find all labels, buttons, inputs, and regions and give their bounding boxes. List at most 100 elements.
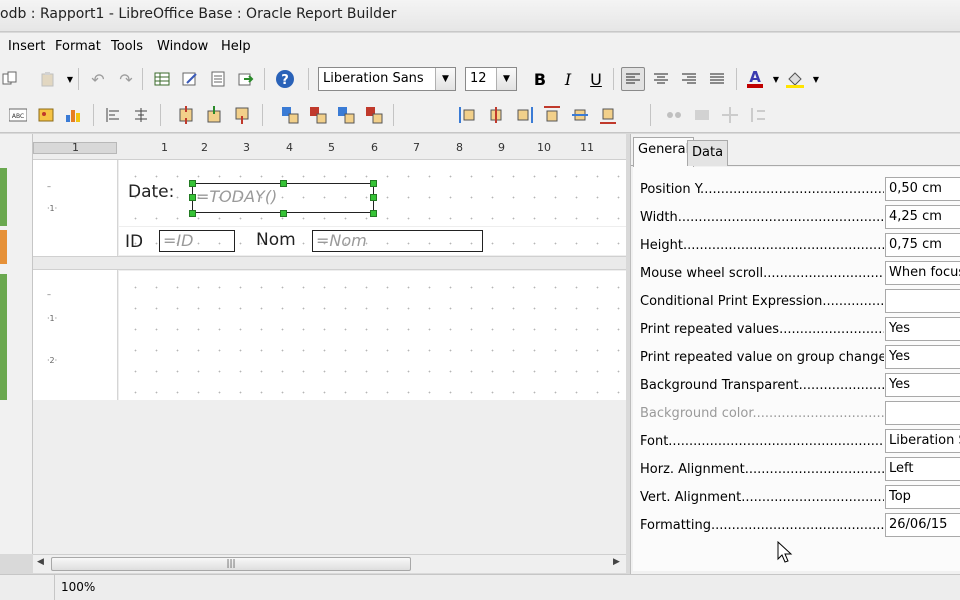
ruler-number: 8 xyxy=(456,141,463,154)
detail-section-marker[interactable] xyxy=(0,230,7,264)
tab-general[interactable]: General xyxy=(633,137,695,167)
chevron-down-icon[interactable]: ▼ xyxy=(435,68,455,90)
property-value-field[interactable] xyxy=(885,401,960,425)
import-icon[interactable] xyxy=(236,69,256,89)
resize-icon[interactable] xyxy=(664,105,684,125)
menu-help[interactable]: Help xyxy=(221,39,251,54)
resize-handle[interactable] xyxy=(189,180,196,187)
ruler-tick: – xyxy=(47,290,51,299)
font-size-combo[interactable]: 12 ▼ xyxy=(465,67,517,91)
move-bottom-icon[interactable] xyxy=(598,105,618,125)
shrink-top-icon[interactable] xyxy=(204,105,224,125)
date-label[interactable]: Date: xyxy=(128,182,174,202)
align-left-button[interactable] xyxy=(621,67,645,91)
justify-button[interactable] xyxy=(705,67,729,91)
move-middle-icon[interactable] xyxy=(570,105,590,125)
move-center-icon[interactable] xyxy=(486,105,506,125)
chevron-down-icon[interactable]: ▼ xyxy=(806,69,826,89)
section-divider xyxy=(33,256,626,270)
id-field[interactable]: =ID xyxy=(159,230,235,252)
property-value-field[interactable] xyxy=(885,289,960,313)
align-left-edge-icon[interactable] xyxy=(103,105,123,125)
date-field[interactable]: =TODAY() xyxy=(192,183,374,213)
property-value-field[interactable]: 4,25 cm xyxy=(885,205,960,229)
report-icon[interactable] xyxy=(208,69,228,89)
scroll-left-icon[interactable]: ◀ xyxy=(37,557,44,567)
label-icon[interactable]: ABC xyxy=(8,105,28,125)
property-value-field[interactable]: Yes xyxy=(885,317,960,341)
page-footer-section-marker[interactable] xyxy=(0,274,7,400)
property-value-field[interactable]: Liberation Sans xyxy=(885,429,960,453)
property-label: Width...................................… xyxy=(640,210,884,225)
resize-handle[interactable] xyxy=(370,194,377,201)
align-center-icon[interactable] xyxy=(131,105,151,125)
underline-button[interactable]: U xyxy=(584,67,608,91)
scroll-right-icon[interactable]: ▶ xyxy=(613,557,620,567)
property-row: Font....................................… xyxy=(633,427,960,455)
property-value-field[interactable]: Top xyxy=(885,485,960,509)
resize-icon[interactable] xyxy=(692,105,712,125)
shrink-bottom-icon[interactable] xyxy=(232,105,252,125)
image-icon[interactable] xyxy=(36,105,56,125)
resize-handle[interactable] xyxy=(370,210,377,217)
menu-insert[interactable]: Insert xyxy=(8,39,45,54)
resize-handle[interactable] xyxy=(370,180,377,187)
property-value-field[interactable]: When focused xyxy=(885,261,960,285)
italic-button[interactable]: I xyxy=(556,67,580,91)
resize-icon[interactable] xyxy=(308,105,328,125)
move-left-icon[interactable] xyxy=(458,105,478,125)
font-name-combo[interactable]: Liberation Sans ▼ xyxy=(318,67,456,91)
resize-icon[interactable] xyxy=(720,105,740,125)
property-row: Formatting..............................… xyxy=(633,511,960,539)
resize-icon[interactable] xyxy=(336,105,356,125)
property-label: Height..................................… xyxy=(640,238,884,253)
paste-icon[interactable] xyxy=(38,69,58,89)
property-value-field[interactable]: 26/06/15 xyxy=(885,513,960,537)
page-header-section[interactable]: Date: =TODAY() xyxy=(119,160,626,226)
menu-format[interactable]: Format xyxy=(55,39,101,54)
resize-handle[interactable] xyxy=(280,180,287,187)
bold-button[interactable]: B xyxy=(528,67,552,91)
tab-data[interactable]: Data xyxy=(687,140,729,166)
property-value-field[interactable]: 0,50 cm xyxy=(885,177,960,201)
property-value-field[interactable]: Left xyxy=(885,457,960,481)
chevron-down-icon[interactable]: ▼ xyxy=(60,69,80,89)
move-right-icon[interactable] xyxy=(514,105,534,125)
property-value-field[interactable]: Yes xyxy=(885,345,960,369)
report-canvas[interactable]: – ·1· – ·1· ·2· Date: =TODAY() ID =ID No… xyxy=(33,160,626,554)
move-top-icon[interactable] xyxy=(542,105,562,125)
resize-handle[interactable] xyxy=(280,210,287,217)
align-right-button[interactable] xyxy=(677,67,701,91)
scrollbar-thumb[interactable]: ||| xyxy=(51,557,411,571)
resize-icon[interactable] xyxy=(364,105,384,125)
property-value-field[interactable]: 0,75 cm xyxy=(885,233,960,257)
shrink-icon[interactable] xyxy=(176,105,196,125)
menu-tools[interactable]: Tools xyxy=(111,39,143,54)
chart-icon[interactable] xyxy=(64,105,84,125)
page-header-section-marker[interactable] xyxy=(0,168,7,226)
nom-field[interactable]: =Nom xyxy=(312,230,483,252)
horizontal-scrollbar[interactable]: ◀ ||| ▶ xyxy=(33,554,626,573)
font-color-button[interactable]: A xyxy=(743,67,767,91)
edit-icon[interactable] xyxy=(180,69,200,89)
resize-handle[interactable] xyxy=(189,210,196,217)
status-bar: 100% xyxy=(0,574,960,600)
chevron-down-icon[interactable]: ▼ xyxy=(496,68,516,90)
align-center-button[interactable] xyxy=(649,67,673,91)
page-footer-section[interactable] xyxy=(119,271,626,400)
zoom-level[interactable]: 100% xyxy=(54,575,101,600)
table-icon[interactable] xyxy=(152,69,172,89)
nom-label[interactable]: Nom xyxy=(256,230,296,250)
copy-icon[interactable] xyxy=(0,69,20,89)
undo-icon[interactable]: ↶ xyxy=(88,69,108,89)
background-color-button[interactable] xyxy=(783,67,807,91)
id-label[interactable]: ID xyxy=(125,232,143,252)
menu-window[interactable]: Window xyxy=(157,39,208,54)
detail-section[interactable]: ID =ID Nom =Nom xyxy=(119,227,626,255)
help-icon[interactable]: ? xyxy=(275,69,295,89)
property-value-field[interactable]: Yes xyxy=(885,373,960,397)
resize-icon[interactable] xyxy=(748,105,768,125)
resize-handle[interactable] xyxy=(189,194,196,201)
redo-icon[interactable]: ↷ xyxy=(116,69,136,89)
resize-icon[interactable] xyxy=(280,105,300,125)
